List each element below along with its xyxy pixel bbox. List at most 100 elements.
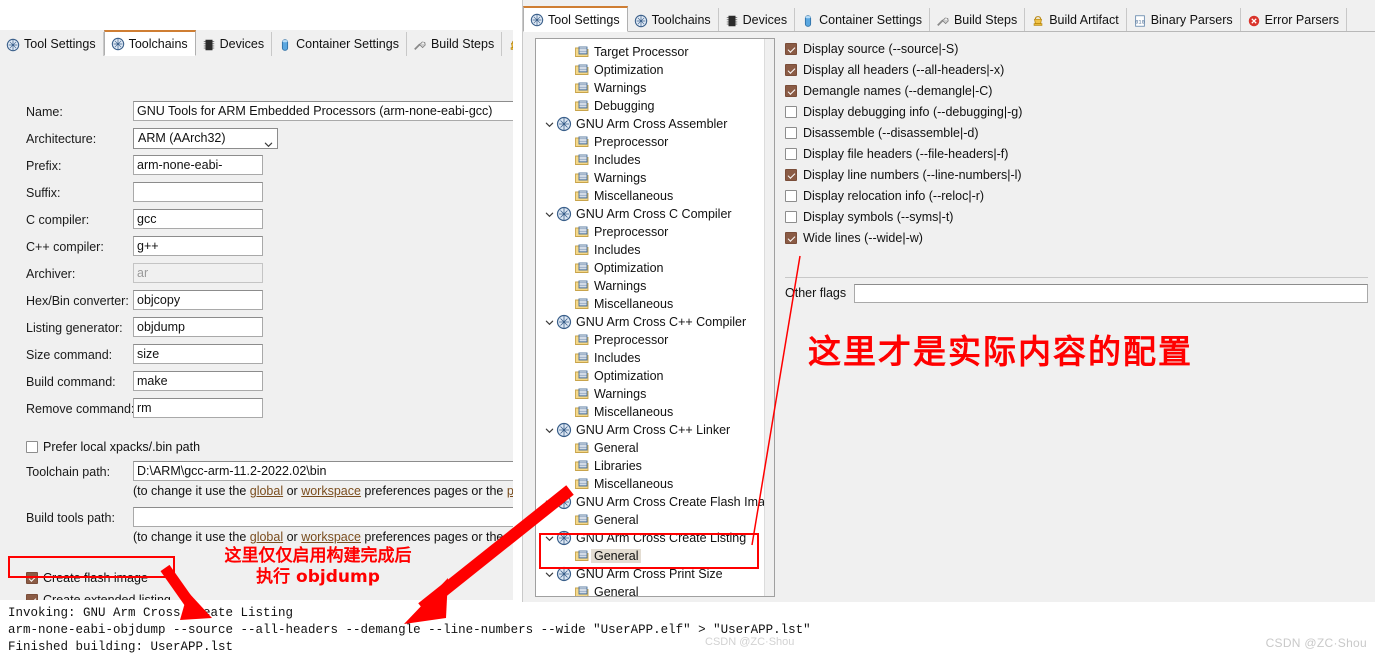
left-tab-bui[interactable]: Bui [502,32,513,56]
tree-node-warnings[interactable]: Warnings [540,169,764,187]
build-tools-path-input[interactable] [133,507,513,527]
left-tab-tool-settings[interactable]: Tool Settings [0,32,104,56]
tree-node-preprocessor[interactable]: Preprocessor [540,223,764,241]
chevron-down-icon[interactable] [542,493,556,511]
project-link[interactable]: proje [507,484,513,498]
tree-node-includes[interactable]: Includes [540,151,764,169]
right-tab-build-steps[interactable]: Build Steps [929,8,1026,32]
tree-node-preprocessor[interactable]: Preprocessor [540,331,764,349]
field-input-suffix[interactable] [133,182,263,202]
option-display-debugging-info-debugging-g[interactable]: Display debugging info (--debugging|-g) [785,101,1368,122]
right-tab-devices[interactable]: Devices [718,8,796,32]
field-input-c-compiler[interactable]: gcc [133,209,263,229]
option-display-source-source-s[interactable]: Display source (--source|-S) [785,38,1368,59]
left-tab-toolchains[interactable]: Toolchains [103,30,196,56]
tree-node-optimization[interactable]: Optimization [540,367,764,385]
tree-node-general[interactable]: General [540,511,764,529]
tree-node-miscellaneous[interactable]: Miscellaneous [540,475,764,493]
tree-node-general[interactable]: General [540,439,764,457]
architecture-select[interactable]: ARM (AArch32) [133,128,278,149]
right-tab-tool-settings[interactable]: Tool Settings [523,6,628,32]
prefer-local-xpacks-checkbox[interactable]: Prefer local xpacks/.bin path [26,438,200,456]
tree-node-includes[interactable]: Includes [540,241,764,259]
option-demangle-names-demangle-c[interactable]: Demangle names (--demangle|-C) [785,80,1368,101]
checkbox-box[interactable] [785,84,797,97]
field-input-prefix[interactable]: arm-none-eabi- [133,155,263,175]
tree-node-libraries[interactable]: Libraries [540,457,764,475]
folder-settings-icon [574,260,590,276]
global-link[interactable]: global [250,484,283,498]
tree-node-warnings[interactable]: Warnings [540,277,764,295]
chip-icon [202,37,216,51]
toolchain-path-input[interactable]: D:\ARM\gcc-arm-11.2-2022.02\bin [133,461,513,481]
checkbox-create-extended-listing[interactable]: Create extended listing [26,591,171,600]
checkbox-box[interactable] [785,105,797,118]
field-input-build-command[interactable]: make [133,371,263,391]
tree-node-miscellaneous[interactable]: Miscellaneous [540,187,764,205]
left-tab-container-settings[interactable]: Container Settings [272,32,407,56]
settings-tree[interactable]: Target Processor Optimization Warnings Debu… [535,38,775,597]
toolchain-icon [556,314,572,330]
option-display-file-headers-file-headers-f[interactable]: Display file headers (--file-headers|-f) [785,143,1368,164]
tree-node-gnu-arm-cross-assembler[interactable]: GNU Arm Cross Assembler [540,115,764,133]
tree-node-preprocessor[interactable]: Preprocessor [540,133,764,151]
option-display-symbols-syms-t[interactable]: Display symbols (--syms|-t) [785,206,1368,227]
left-tab-devices[interactable]: Devices [195,32,273,56]
field-input-size-command[interactable]: size [133,344,263,364]
checkbox-box[interactable] [785,168,797,181]
checkbox-box[interactable] [26,594,38,600]
option-display-relocation-info-reloc-r[interactable]: Display relocation info (--reloc|-r) [785,185,1368,206]
global-link[interactable]: global [250,530,283,544]
checkbox-box[interactable] [785,147,797,160]
field-input-listing-generator[interactable]: objdump [133,317,263,337]
tree-node-optimization[interactable]: Optimization [540,61,764,79]
checkbox-box[interactable] [785,231,797,244]
tree-node-general[interactable]: General [540,583,764,596]
field-input-c-compiler[interactable]: g++ [133,236,263,256]
tree-node-optimization[interactable]: Optimization [540,259,764,277]
chevron-down-icon[interactable] [542,421,556,439]
option-disassemble-disassemble-d[interactable]: Disassemble (--disassemble|-d) [785,122,1368,143]
tree-node-debugging[interactable]: Debugging [540,97,764,115]
tree-node-miscellaneous[interactable]: Miscellaneous [540,403,764,421]
tree-node-gnu-arm-cross-c++-linker[interactable]: GNU Arm Cross C++ Linker [540,421,764,439]
field-label-5: C++ compiler: [26,237,104,257]
field-input-hex-bin-converter[interactable]: objcopy [133,290,263,310]
field-input-archiver[interactable]: ar [133,263,263,283]
workspace-link[interactable]: workspace [301,484,361,498]
right-tab-build-artifact[interactable]: Build Artifact [1025,8,1127,32]
checkbox-box[interactable] [785,63,797,76]
checkbox-box[interactable] [785,42,797,55]
right-tab-container-settings[interactable]: Container Settings [795,8,930,32]
option-wide-lines-wide-w[interactable]: Wide lines (--wide|-w) [785,227,1368,248]
field-input-name[interactable]: GNU Tools for ARM Embedded Processors (a… [133,101,513,121]
right-tab-error-parsers[interactable]: Error Parsers [1240,8,1347,32]
tree-scrollbar[interactable] [764,39,774,596]
checkbox-box[interactable] [26,441,38,453]
checkbox-box[interactable] [785,189,797,202]
tree-node-gnu-arm-cross-c-compiler[interactable]: GNU Arm Cross C Compiler [540,205,764,223]
checkbox-box[interactable] [785,126,797,139]
tree-node-warnings[interactable]: Warnings [540,79,764,97]
chevron-down-icon[interactable] [542,115,556,133]
chevron-down-icon[interactable] [542,313,556,331]
tree-node-gnu-arm-cross-c++-compiler[interactable]: GNU Arm Cross C++ Compiler [540,313,764,331]
tree-node-miscellaneous[interactable]: Miscellaneous [540,295,764,313]
option-display-line-numbers-line-numbers-l[interactable]: Display line numbers (--line-numbers|-l) [785,164,1368,185]
left-tab-build-steps[interactable]: Build Steps [406,32,503,56]
workspace-link[interactable]: workspace [301,530,361,544]
chevron-down-icon[interactable] [542,205,556,223]
checkbox-box[interactable] [785,210,797,223]
project-link[interactable]: proje [507,530,513,544]
right-tab-binary-parsers[interactable]: 010 Binary Parsers [1126,8,1241,32]
tree-node-gnu-arm-cross-create-flash-image[interactable]: GNU Arm Cross Create Flash Image [540,493,774,511]
option-display-all-headers-all-headers-x[interactable]: Display all headers (--all-headers|-x) [785,59,1368,80]
tree-node-includes[interactable]: Includes [540,349,764,367]
field-input-remove-command[interactable]: rm [133,398,263,418]
other-flags-input[interactable] [854,283,1368,303]
right-tab-toolchains[interactable]: Toolchains [627,8,719,32]
field-label-text: Name: [26,105,63,119]
tree-node-target-processor[interactable]: Target Processor [540,43,764,61]
tree-node-warnings[interactable]: Warnings [540,385,764,403]
